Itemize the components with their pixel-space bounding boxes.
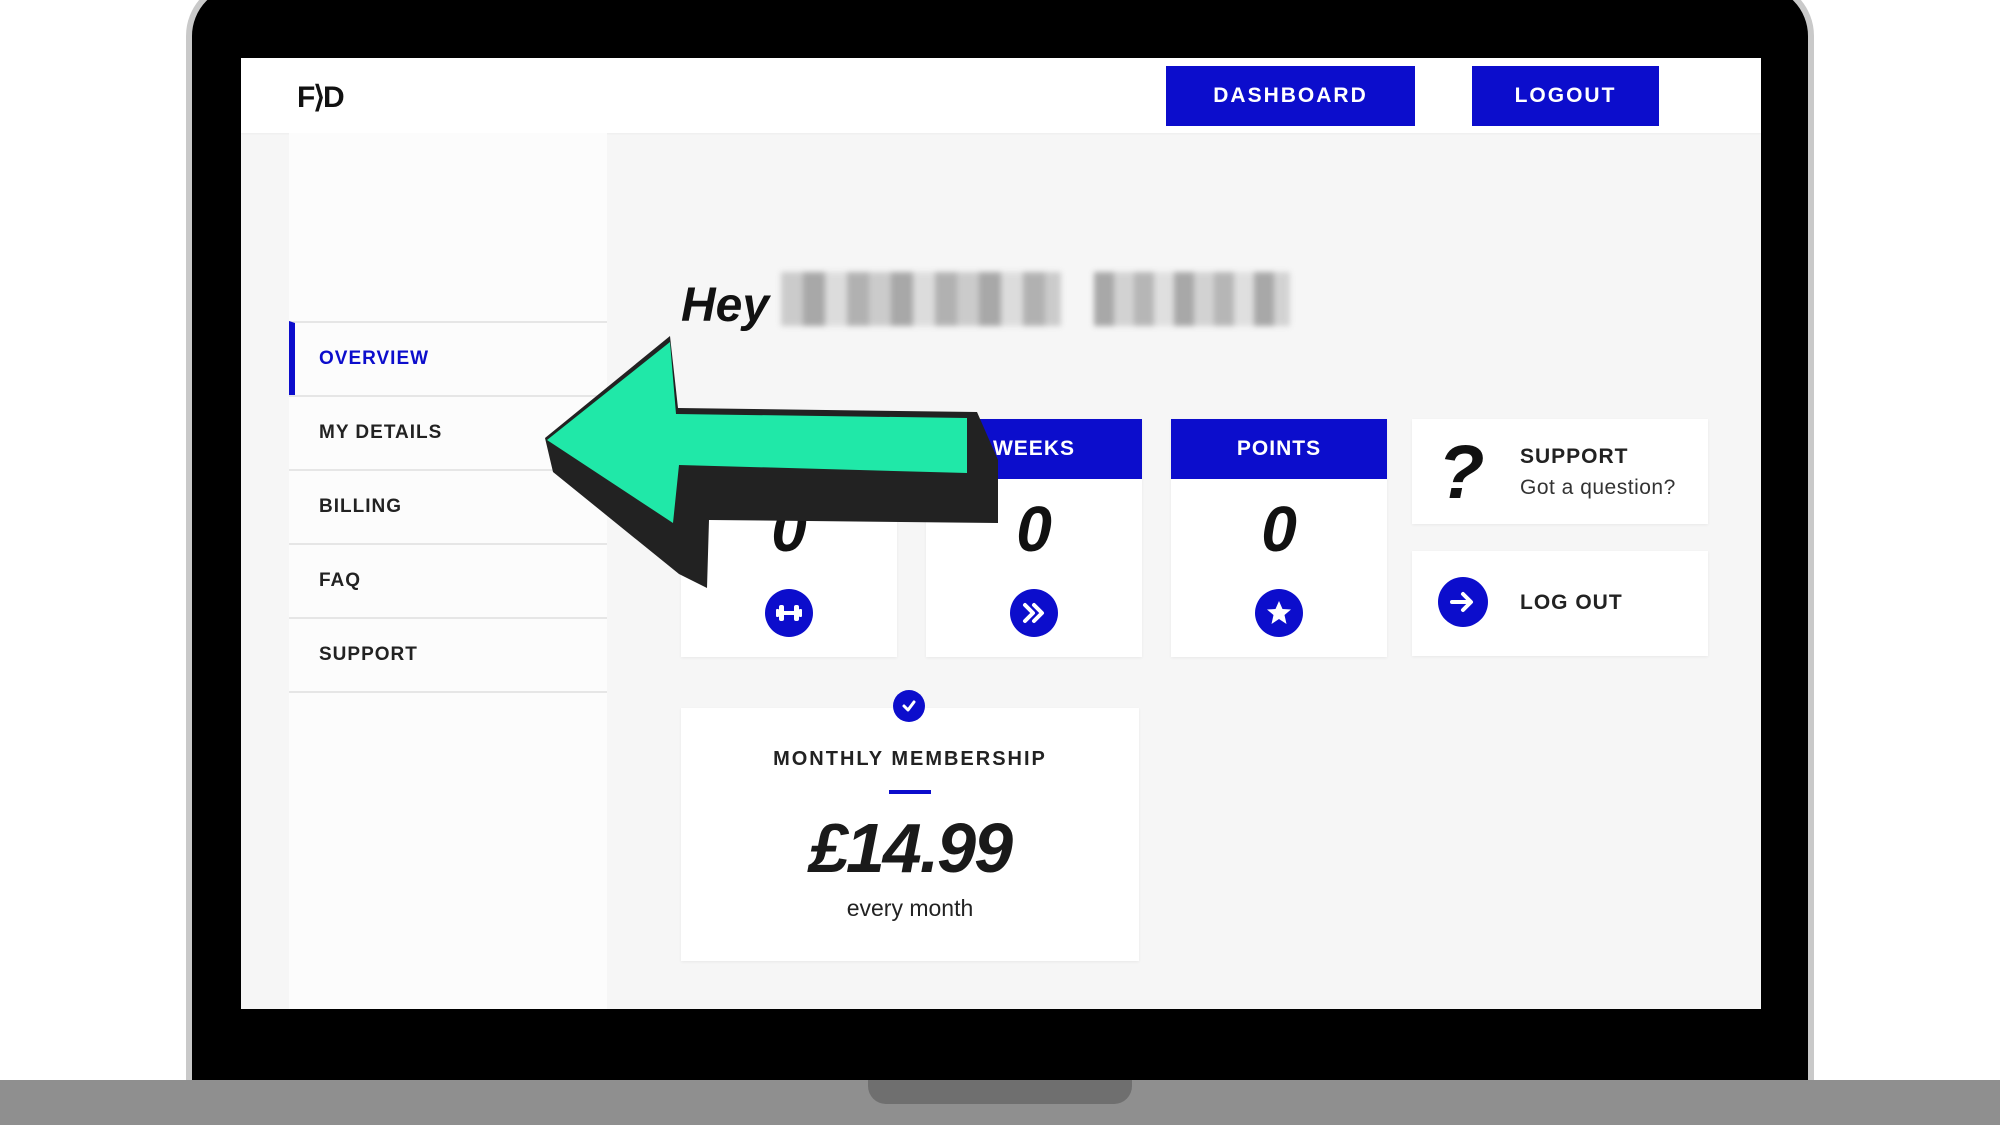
question-mark-icon: ? [1438, 430, 1485, 515]
support-card[interactable]: ? SUPPORT Got a question? [1412, 419, 1708, 524]
annotation-arrow-icon [545, 336, 998, 588]
membership-title: MONTHLY MEMBERSHIP [773, 748, 1047, 770]
star-icon [1255, 589, 1303, 637]
double-chevron-right-icon [1010, 589, 1058, 637]
logout-button[interactable]: LOGOUT [1472, 66, 1659, 126]
stat-value: 0 [1261, 493, 1297, 565]
redacted-first-name [781, 272, 1061, 326]
dashboard-button[interactable]: DASHBOARD [1166, 66, 1415, 126]
logout-card-label: LOG OUT [1520, 591, 1623, 614]
support-card-title: SUPPORT [1520, 445, 1629, 468]
top-bar: F⟩D DASHBOARD LOGOUT [241, 58, 1761, 133]
logout-card[interactable]: LOG OUT [1412, 551, 1708, 656]
membership-period: every month [846, 895, 974, 921]
membership-price: £14.99 [808, 809, 1013, 887]
sidebar-item-support[interactable]: SUPPORT [289, 617, 607, 691]
laptop-notch [868, 1080, 1132, 1104]
arrow-right-icon [1438, 577, 1488, 627]
greeting-text: Hey [681, 279, 770, 332]
brand-logo[interactable]: F⟩D [297, 80, 345, 115]
redacted-last-name [1094, 272, 1290, 326]
stat-card-header: POINTS [1171, 419, 1387, 479]
membership-card: MONTHLY MEMBERSHIP £14.99 every month [681, 708, 1139, 961]
check-icon [893, 690, 925, 722]
dumbbell-icon [765, 589, 813, 637]
membership-divider [889, 790, 931, 794]
support-card-subtitle: Got a question? [1520, 476, 1676, 499]
stat-card-points: POINTS 0 [1171, 419, 1387, 657]
sidebar-divider [289, 691, 607, 693]
